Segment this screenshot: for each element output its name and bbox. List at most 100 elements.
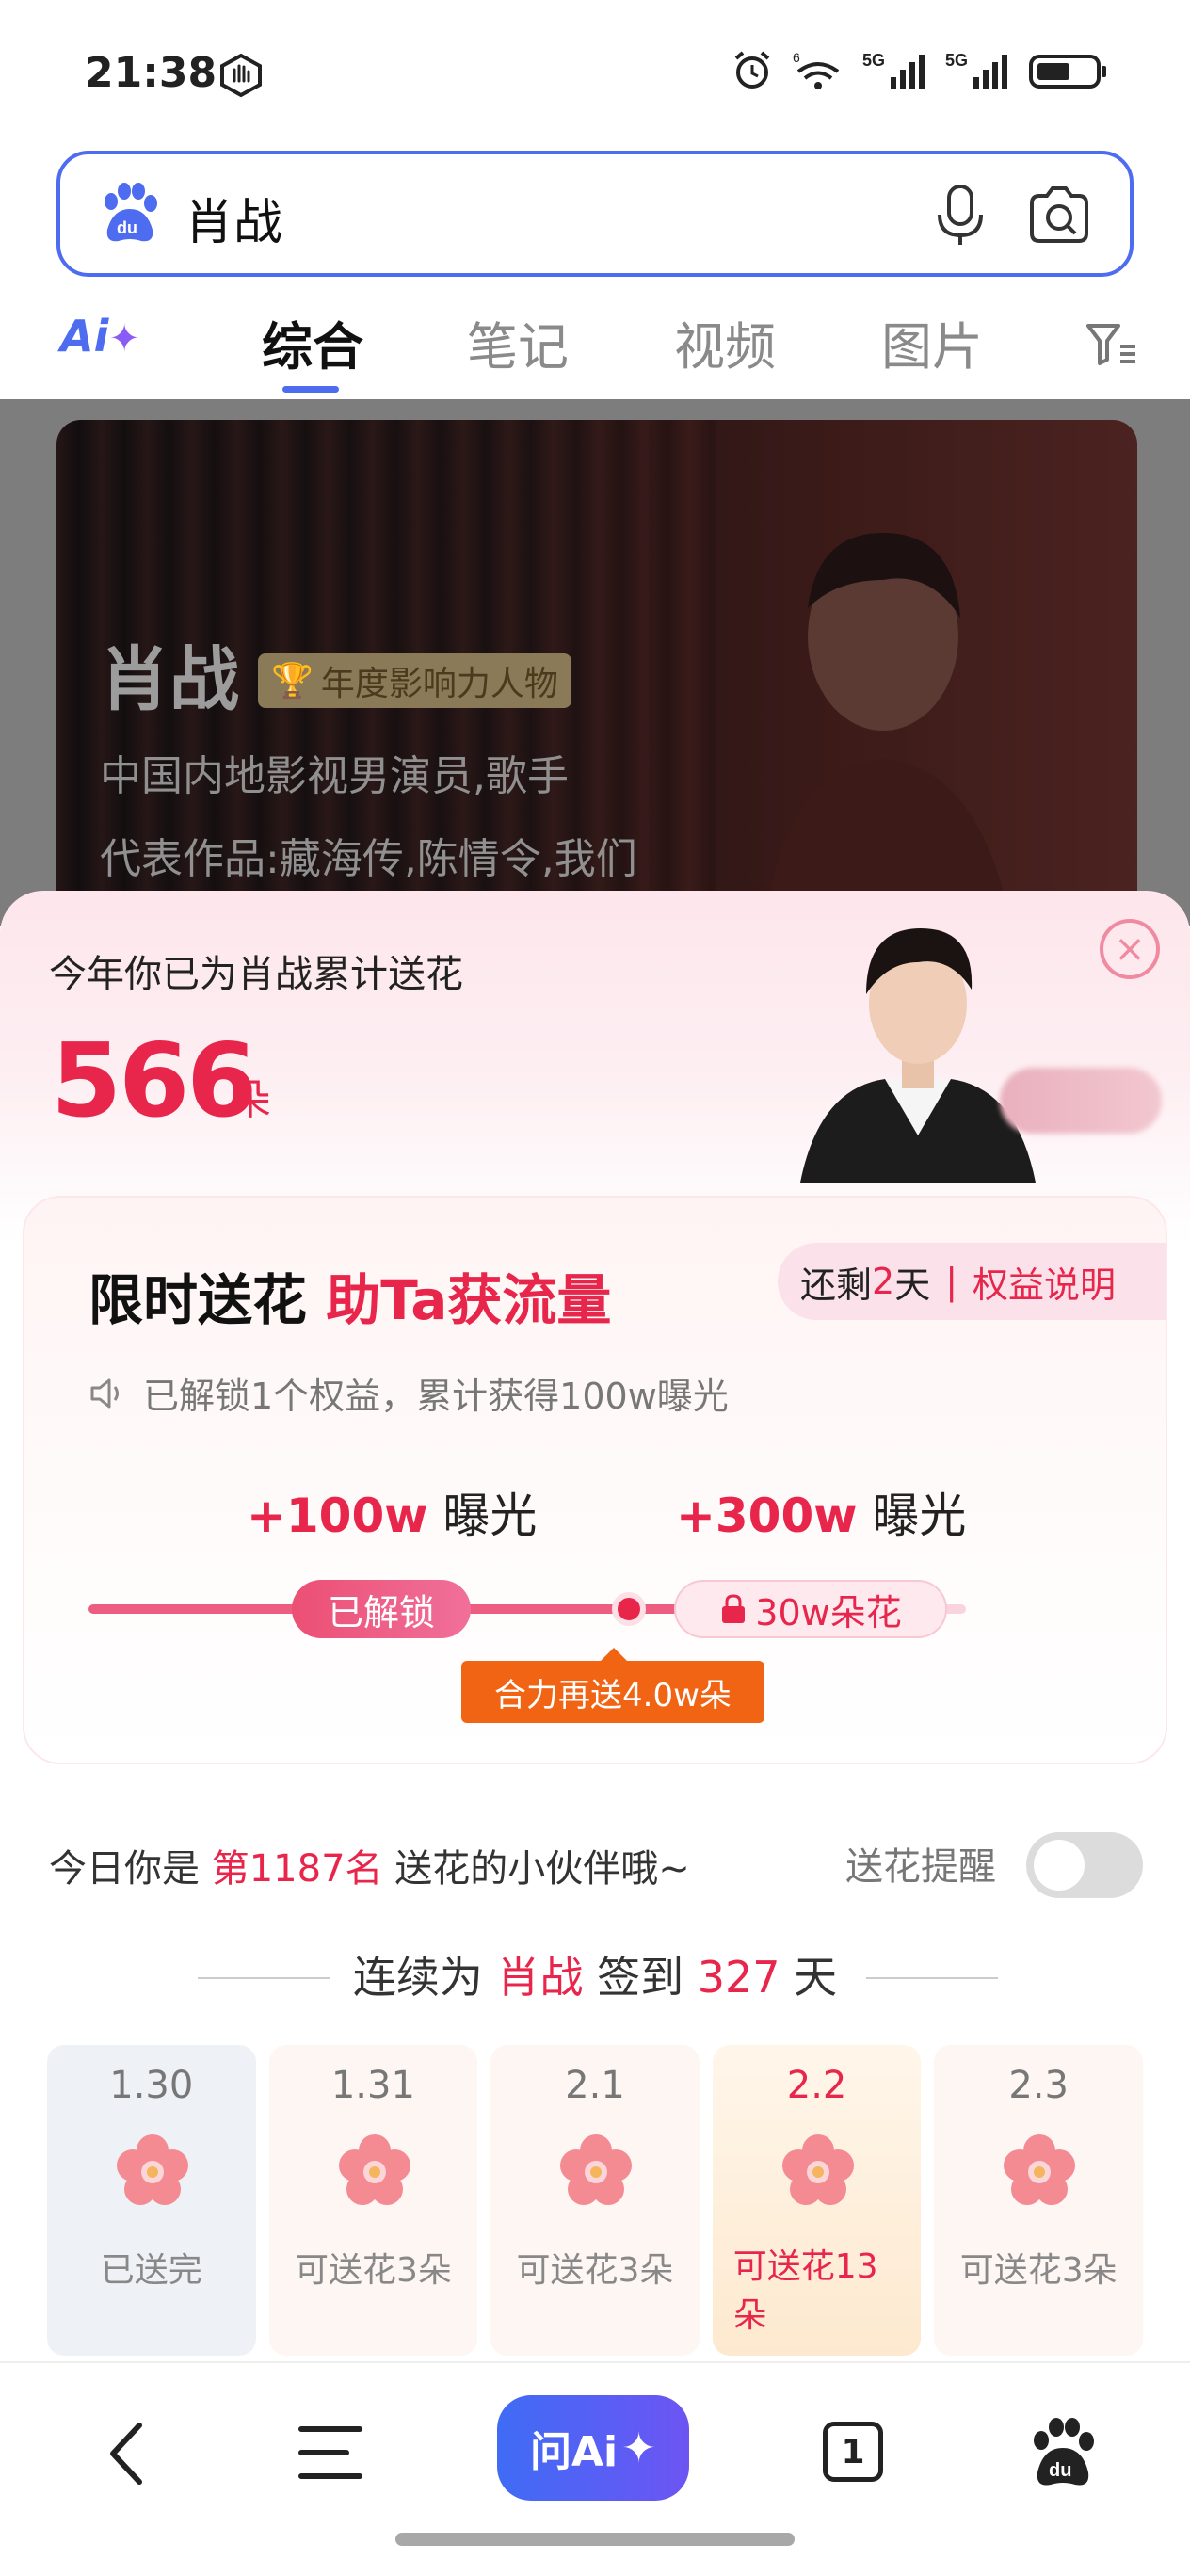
menu-icon[interactable] bbox=[298, 2423, 363, 2482]
daily-flower-list: 1.30 已送完 1.31 可送花3朵 2.1 可送花3朵 2.2 可送花13朵… bbox=[47, 2045, 1143, 2356]
headline-plain: 限时送花 bbox=[88, 1268, 327, 1332]
back-icon[interactable] bbox=[98, 2416, 154, 2491]
tabs-count-button[interactable]: 1 bbox=[823, 2422, 883, 2482]
locked-badge: 30w朵花 bbox=[674, 1580, 947, 1638]
rank-text: 今日你是 第1187名 送花的小伙伴哦~ bbox=[49, 1838, 690, 1892]
microphone-icon[interactable] bbox=[932, 183, 989, 249]
camera-search-icon[interactable] bbox=[1026, 185, 1092, 247]
filter-icon[interactable] bbox=[1085, 320, 1137, 367]
flower-icon bbox=[1004, 2134, 1076, 2205]
battery-icon bbox=[1029, 55, 1106, 89]
flower-count-unit: 朵 bbox=[230, 1076, 271, 1124]
alarm-icon bbox=[734, 51, 770, 89]
milestone-1-value: +100w bbox=[247, 1489, 428, 1543]
day-date: 2.1 bbox=[565, 2064, 625, 2107]
signin-name: 肖战 bbox=[496, 1952, 584, 2003]
progress-marker bbox=[612, 1592, 646, 1626]
day-date: 1.31 bbox=[330, 2064, 415, 2107]
signin-days: 327 bbox=[697, 1952, 780, 2003]
close-button[interactable]: × bbox=[1100, 919, 1160, 979]
remain-days: 2 bbox=[872, 1261, 895, 1302]
rights-link[interactable]: 权益说明 bbox=[973, 1256, 1116, 1308]
hero-name: 肖战 bbox=[100, 639, 239, 720]
status-time: 21:38 bbox=[85, 49, 217, 97]
tab-notes[interactable]: 笔记 bbox=[467, 305, 569, 379]
remain-suffix: 天 bbox=[894, 1264, 931, 1306]
celebrity-photo bbox=[761, 533, 1015, 947]
signin-streak: 连续为 肖战 签到 327 天 bbox=[0, 1943, 1190, 2005]
lock-icon bbox=[722, 1594, 746, 1623]
hero-description: 中国内地影视男演员,歌手 bbox=[100, 752, 569, 800]
home-indicator[interactable] bbox=[395, 2533, 795, 2546]
day-card[interactable]: 2.1 可送花3朵 bbox=[490, 2045, 700, 2356]
tab-comprehensive[interactable]: 综合 bbox=[262, 305, 363, 379]
flower-reminder-toggle[interactable] bbox=[1026, 1832, 1143, 1898]
day-date: 2.3 bbox=[1008, 2064, 1069, 2107]
baidu-home-icon[interactable]: du bbox=[1028, 2414, 1098, 2489]
hand-icon bbox=[220, 53, 262, 98]
celebrity-hero-card[interactable]: 肖战 🏆 年度影响力人物 中国内地影视男演员,歌手 代表作品:藏海传,陈情令,我… bbox=[56, 420, 1137, 947]
celebrity-portrait bbox=[800, 928, 1036, 1183]
remaining-days-pill[interactable]: 还剩 2 天 | 权益说明 bbox=[778, 1243, 1166, 1320]
5g-signal-icon: 5G bbox=[862, 51, 925, 89]
day-label: 已送完 bbox=[100, 2251, 202, 2290]
speaker-icon bbox=[90, 1378, 119, 1408]
unlocked-badge: 已解锁 bbox=[292, 1580, 471, 1638]
hero-works: 代表作品:藏海传,陈情令,我们 bbox=[100, 835, 637, 883]
sparkle-icon: ✦ bbox=[621, 2423, 656, 2472]
tab-images[interactable]: 图片 bbox=[881, 305, 983, 379]
rank-prefix: 今日你是 bbox=[49, 1847, 212, 1891]
locked-label: 30w朵花 bbox=[755, 1591, 902, 1634]
search-tabs: Ai✦ 综合 笔记 视频 图片 bbox=[0, 292, 1190, 397]
milestone-2: +300w 曝光 bbox=[676, 1478, 966, 1546]
milestone-1-label: 曝光 bbox=[427, 1489, 538, 1543]
day-card[interactable]: 1.31 可送花3朵 bbox=[268, 2045, 478, 2356]
wifi-6-icon: 6 bbox=[793, 50, 840, 89]
svg-text:6: 6 bbox=[793, 50, 800, 65]
milestone-2-label: 曝光 bbox=[857, 1489, 967, 1543]
day-label: 可送花13朵 bbox=[732, 2247, 878, 2335]
headline-highlight: 助Ta获流量 bbox=[326, 1268, 612, 1332]
search-input[interactable]: 肖战 bbox=[185, 183, 282, 253]
day-card[interactable]: 1.30 已送完 bbox=[47, 2045, 256, 2356]
status-icons: 6 5G 5G bbox=[731, 49, 1109, 92]
day-date: 2.2 bbox=[786, 2064, 847, 2107]
blurred-button[interactable] bbox=[1000, 1068, 1162, 1134]
progress-tooltip: 合力再送4.0w朵 bbox=[461, 1648, 764, 1723]
sparkle-icon: ✦ bbox=[108, 317, 140, 361]
ask-ai-label: 问Ai bbox=[529, 2428, 619, 2476]
flower-count: 566 bbox=[51, 1022, 257, 1140]
milestone-2-value: +300w bbox=[676, 1489, 858, 1543]
flower-icon bbox=[560, 2134, 633, 2205]
svg-text:5G: 5G bbox=[945, 51, 968, 70]
status-bar: 21:38 6 5G 5G bbox=[0, 0, 1190, 141]
day-date: 1.30 bbox=[109, 2064, 194, 2107]
remain-prefix: 还剩 bbox=[800, 1264, 873, 1306]
reward-headline: 限时送花 助Ta获流量 bbox=[88, 1256, 611, 1335]
award-label: 年度影响力人物 bbox=[320, 665, 558, 703]
unlock-notice: 已解锁1个权益，累计获得100w曝光 bbox=[88, 1367, 729, 1419]
search-bar[interactable]: du 肖战 bbox=[56, 151, 1134, 277]
svg-text:du: du bbox=[117, 218, 137, 237]
reward-card: 限时送花 助Ta获流量 还剩 2 天 | 权益说明 已解锁1个权益，累计获得100w… bbox=[23, 1196, 1167, 1764]
tab-video[interactable]: 视频 bbox=[674, 305, 776, 379]
day-label: 可送花3朵 bbox=[516, 2251, 674, 2290]
svg-text:du: du bbox=[1049, 2460, 1071, 2481]
day-card[interactable]: 2.3 可送花3朵 bbox=[934, 2045, 1143, 2356]
day-card-today[interactable]: 2.2 可送花13朵 bbox=[712, 2045, 922, 2356]
sheet-title: 今年你已为肖战累计送花 bbox=[49, 953, 463, 996]
ai-tab[interactable]: Ai✦ bbox=[60, 311, 140, 362]
flower-icon bbox=[338, 2134, 410, 2205]
rank-number: 第1187名 bbox=[211, 1847, 383, 1891]
ai-tab-label: Ai bbox=[60, 311, 109, 362]
flower-icon bbox=[781, 2134, 854, 2205]
ask-ai-button[interactable]: 问Ai ✦ bbox=[497, 2395, 689, 2501]
day-label: 可送花3朵 bbox=[294, 2251, 452, 2290]
milestone-1: +100w 曝光 bbox=[247, 1478, 537, 1546]
baidu-paw-icon: du bbox=[105, 183, 157, 242]
flower-reminder-label: 送花提醒 bbox=[845, 1845, 996, 1889]
flower-icon bbox=[117, 2134, 188, 2205]
active-tab-underline bbox=[282, 386, 339, 393]
toggle-knob bbox=[1034, 1840, 1085, 1891]
svg-text:5G: 5G bbox=[862, 51, 885, 70]
